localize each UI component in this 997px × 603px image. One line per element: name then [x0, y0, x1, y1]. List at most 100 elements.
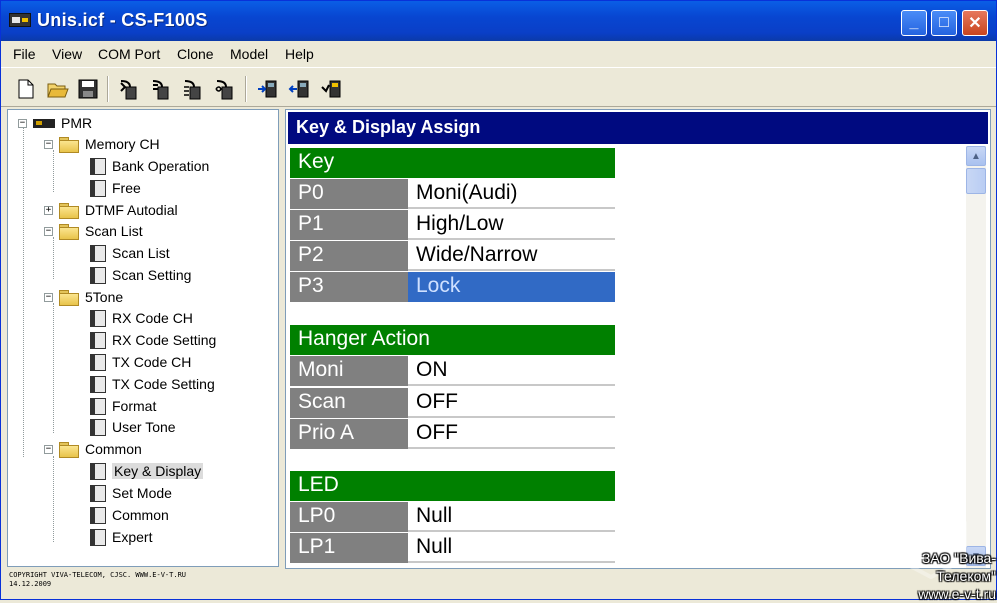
document-icon	[90, 179, 106, 197]
collapse-icon[interactable]: −	[44, 226, 53, 236]
setting-key-moni: Moni	[290, 356, 408, 386]
status-bar: COPYRIGHT VIVA-TELECOM, CJSC. WWW.E-V-T.…	[1, 571, 996, 599]
tree-label: Scan Setting	[112, 267, 192, 283]
menu-com-port[interactable]: COM Port	[98, 46, 160, 62]
clone-compare-icon[interactable]	[181, 76, 207, 102]
expand-icon[interactable]: +	[44, 205, 53, 215]
radio-app-icon[interactable]	[9, 13, 31, 27]
tree-label: TX Code Setting	[112, 376, 215, 392]
tree-item-scan-list[interactable]: Scan List	[90, 243, 170, 263]
menu-file[interactable]: File	[13, 46, 36, 62]
settings-panel: Key & Display Assign Key P0 Moni(Audi) P…	[285, 109, 991, 569]
tree-guide	[53, 303, 54, 433]
clone-step-icon[interactable]	[213, 76, 239, 102]
scroll-up-icon[interactable]: ▲	[966, 146, 986, 166]
scroll-thumb[interactable]	[966, 168, 986, 194]
tree-label: Key & Display	[112, 463, 204, 479]
folder-icon	[59, 202, 79, 219]
radio-write-icon[interactable]	[287, 76, 313, 102]
tree-item-user-tone[interactable]: User Tone	[90, 417, 176, 437]
collapse-icon[interactable]: −	[44, 292, 53, 302]
document-icon	[90, 266, 106, 284]
panel-title: Key & Display Assign	[288, 112, 988, 144]
collapse-icon[interactable]: −	[44, 139, 53, 149]
tree-item-common-folder[interactable]: − Common	[44, 439, 142, 459]
tree-item-free[interactable]: Free	[90, 178, 141, 198]
collapse-icon[interactable]: −	[44, 444, 53, 454]
tree-item-dtmf-autodial[interactable]: + DTMF Autodial	[44, 200, 178, 220]
new-file-icon[interactable]	[13, 76, 39, 102]
tree-label: RX Code CH	[112, 310, 193, 326]
save-disk-icon[interactable]	[75, 76, 101, 102]
setting-value-prio-a[interactable]: OFF	[408, 419, 615, 449]
radio-read-icon[interactable]	[255, 76, 281, 102]
setting-key-prio-a: Prio A	[290, 419, 408, 449]
folder-icon	[59, 136, 79, 153]
radio-info-icon[interactable]	[319, 76, 345, 102]
tree-item-format[interactable]: Format	[90, 396, 156, 416]
close-icon: ✕	[968, 15, 982, 32]
collapse-icon[interactable]: −	[18, 118, 27, 128]
radio-icon	[33, 118, 55, 128]
tree-item-set-mode[interactable]: Set Mode	[90, 483, 172, 503]
document-icon	[90, 309, 106, 327]
setting-value-p1[interactable]: High/Low	[408, 210, 615, 240]
tree-root-pmr[interactable]: − PMR	[18, 113, 92, 133]
setting-value-lp0[interactable]: Null	[408, 502, 615, 532]
menu-help[interactable]: Help	[285, 46, 314, 62]
tree-label: 5Tone	[85, 289, 124, 305]
menu-model[interactable]: Model	[230, 46, 268, 62]
setting-value-lp1[interactable]: Null	[408, 533, 615, 563]
setting-value-p0[interactable]: Moni(Audi)	[408, 179, 615, 209]
setting-value-p2[interactable]: Wide/Narrow	[408, 241, 615, 271]
setting-value-scan[interactable]: OFF	[408, 388, 615, 418]
tree-label: Memory CH	[85, 136, 160, 152]
setting-value-p3[interactable]: Lock	[408, 272, 615, 302]
folder-icon	[59, 289, 79, 306]
setting-key-lp0: LP0	[290, 502, 408, 532]
tree-label: Set Mode	[112, 485, 172, 501]
tree-item-scan-setting[interactable]: Scan Setting	[90, 265, 191, 285]
tree-label: Common	[112, 507, 169, 523]
setting-value-moni[interactable]: ON	[408, 356, 615, 386]
navigation-tree[interactable]: − PMR − Memory CH Bank Operation Free + …	[7, 109, 279, 567]
clone-write-icon[interactable]	[149, 76, 175, 102]
document-icon	[90, 375, 106, 393]
menu-view[interactable]: View	[52, 46, 82, 62]
tree-item-rx-code-ch[interactable]: RX Code CH	[90, 308, 193, 328]
menu-clone[interactable]: Clone	[177, 46, 214, 62]
tree-item-memory-ch[interactable]: − Memory CH	[44, 134, 160, 154]
open-folder-icon[interactable]	[45, 76, 71, 102]
document-icon	[90, 397, 106, 415]
tree-item-tx-code-ch[interactable]: TX Code CH	[90, 352, 191, 372]
tree-item-scan-list-folder[interactable]: − Scan List	[44, 221, 143, 241]
toolbar	[1, 67, 996, 107]
folder-icon	[59, 441, 79, 458]
tree-item-common[interactable]: Common	[90, 505, 169, 525]
section-header-hanger-action: Hanger Action	[290, 325, 615, 355]
minimize-button[interactable]: _	[901, 10, 927, 36]
tree-item-expert[interactable]: Expert	[90, 527, 152, 547]
copyright-line: COPYRIGHT VIVA-TELECOM, CJSC. WWW.E-V-T.…	[9, 571, 187, 579]
tree-label: Expert	[112, 529, 153, 545]
watermark-url: www.e-v-t.ru	[918, 586, 996, 602]
setting-key-p1: P1	[290, 210, 408, 240]
tree-item-key-display[interactable]: Key & Display	[90, 461, 204, 481]
tree-item-tx-code-setting[interactable]: TX Code Setting	[90, 374, 215, 394]
clone-read-icon[interactable]	[117, 76, 143, 102]
tree-label: Free	[112, 180, 141, 196]
maximize-button[interactable]: □	[931, 10, 957, 36]
document-icon	[90, 462, 106, 480]
title-bar[interactable]: Unis.icf - CS-F100S _ □ ✕	[1, 1, 996, 41]
tree-label: PMR	[61, 115, 93, 131]
tree-label: User Tone	[112, 419, 176, 435]
tree-guide	[23, 127, 24, 457]
tree-label: Bank Operation	[112, 158, 210, 174]
copyright-date: 14.12.2009	[9, 580, 52, 588]
setting-key-p2: P2	[290, 241, 408, 271]
tree-item-rx-code-setting[interactable]: RX Code Setting	[90, 330, 216, 350]
document-icon	[90, 418, 106, 436]
close-button[interactable]: ✕	[962, 10, 988, 36]
tree-item-bank-operation[interactable]: Bank Operation	[90, 156, 209, 176]
tree-item-5tone[interactable]: − 5Tone	[44, 287, 123, 307]
